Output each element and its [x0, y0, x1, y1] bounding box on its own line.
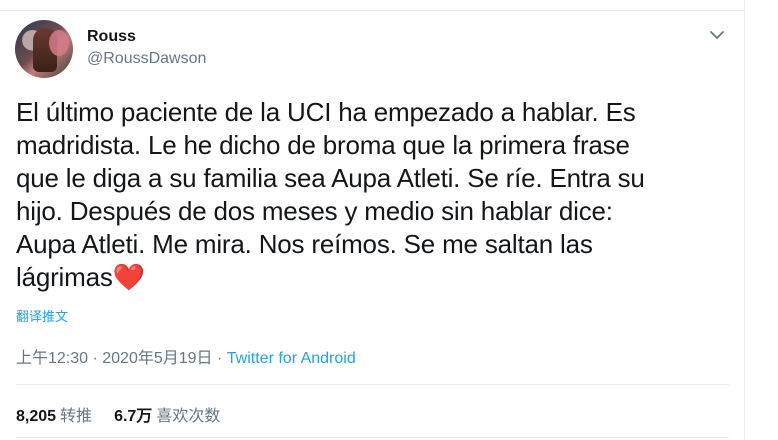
divider	[16, 384, 729, 385]
source-link[interactable]: Twitter for Android	[227, 350, 356, 367]
tweet-line-last: lágrimas❤️	[16, 261, 728, 294]
translate-tweet-link[interactable]: 翻译推文	[16, 306, 68, 325]
user-name[interactable]: Rouss	[87, 28, 136, 46]
tweet-text: El último paciente de la UCI ha empezado…	[16, 96, 728, 294]
tweet-meta: 上午12:30 · 2020年5月19日 · Twitter for Andro…	[16, 344, 356, 368]
tweet-line: que le diga a su familia sea Aupa Atleti…	[16, 163, 645, 193]
timestamp[interactable]: 上午12:30 · 2020年5月19日 ·	[16, 350, 227, 367]
user-handle[interactable]: @RoussDawson	[87, 50, 206, 68]
chevron-down-icon[interactable]	[708, 26, 726, 44]
likes-stat[interactable]: 6.7万 喜欢次数	[114, 408, 220, 425]
tweet-line: lágrimas	[16, 262, 113, 292]
tweet-card: Rouss @RoussDawson El último paciente de…	[0, 0, 745, 440]
retweets-stat[interactable]: 8,205 转推	[16, 408, 92, 425]
retweets-label: 转推	[60, 408, 93, 425]
likes-label: 喜欢次数	[156, 408, 221, 425]
likes-count: 6.7万	[114, 408, 153, 425]
tweet-line: El último paciente de la UCI ha empezado…	[16, 97, 636, 127]
tweet-stats: 8,205 转推 6.7万 喜欢次数	[16, 402, 220, 426]
tweet-line: Aupa Atleti. Me mira. Nos reímos. Se me …	[16, 229, 593, 259]
top-divider	[0, 10, 745, 11]
avatar-flower	[49, 30, 69, 56]
heart-emoji-icon: ❤️	[112, 262, 145, 292]
retweets-count: 8,205	[16, 408, 57, 425]
tweet-line: hijo. Después de dos meses y medio sin h…	[16, 196, 613, 226]
tweet-line: madridista. Le he dicho de broma que la …	[16, 130, 630, 160]
avatar[interactable]	[15, 20, 73, 78]
divider	[16, 437, 729, 438]
